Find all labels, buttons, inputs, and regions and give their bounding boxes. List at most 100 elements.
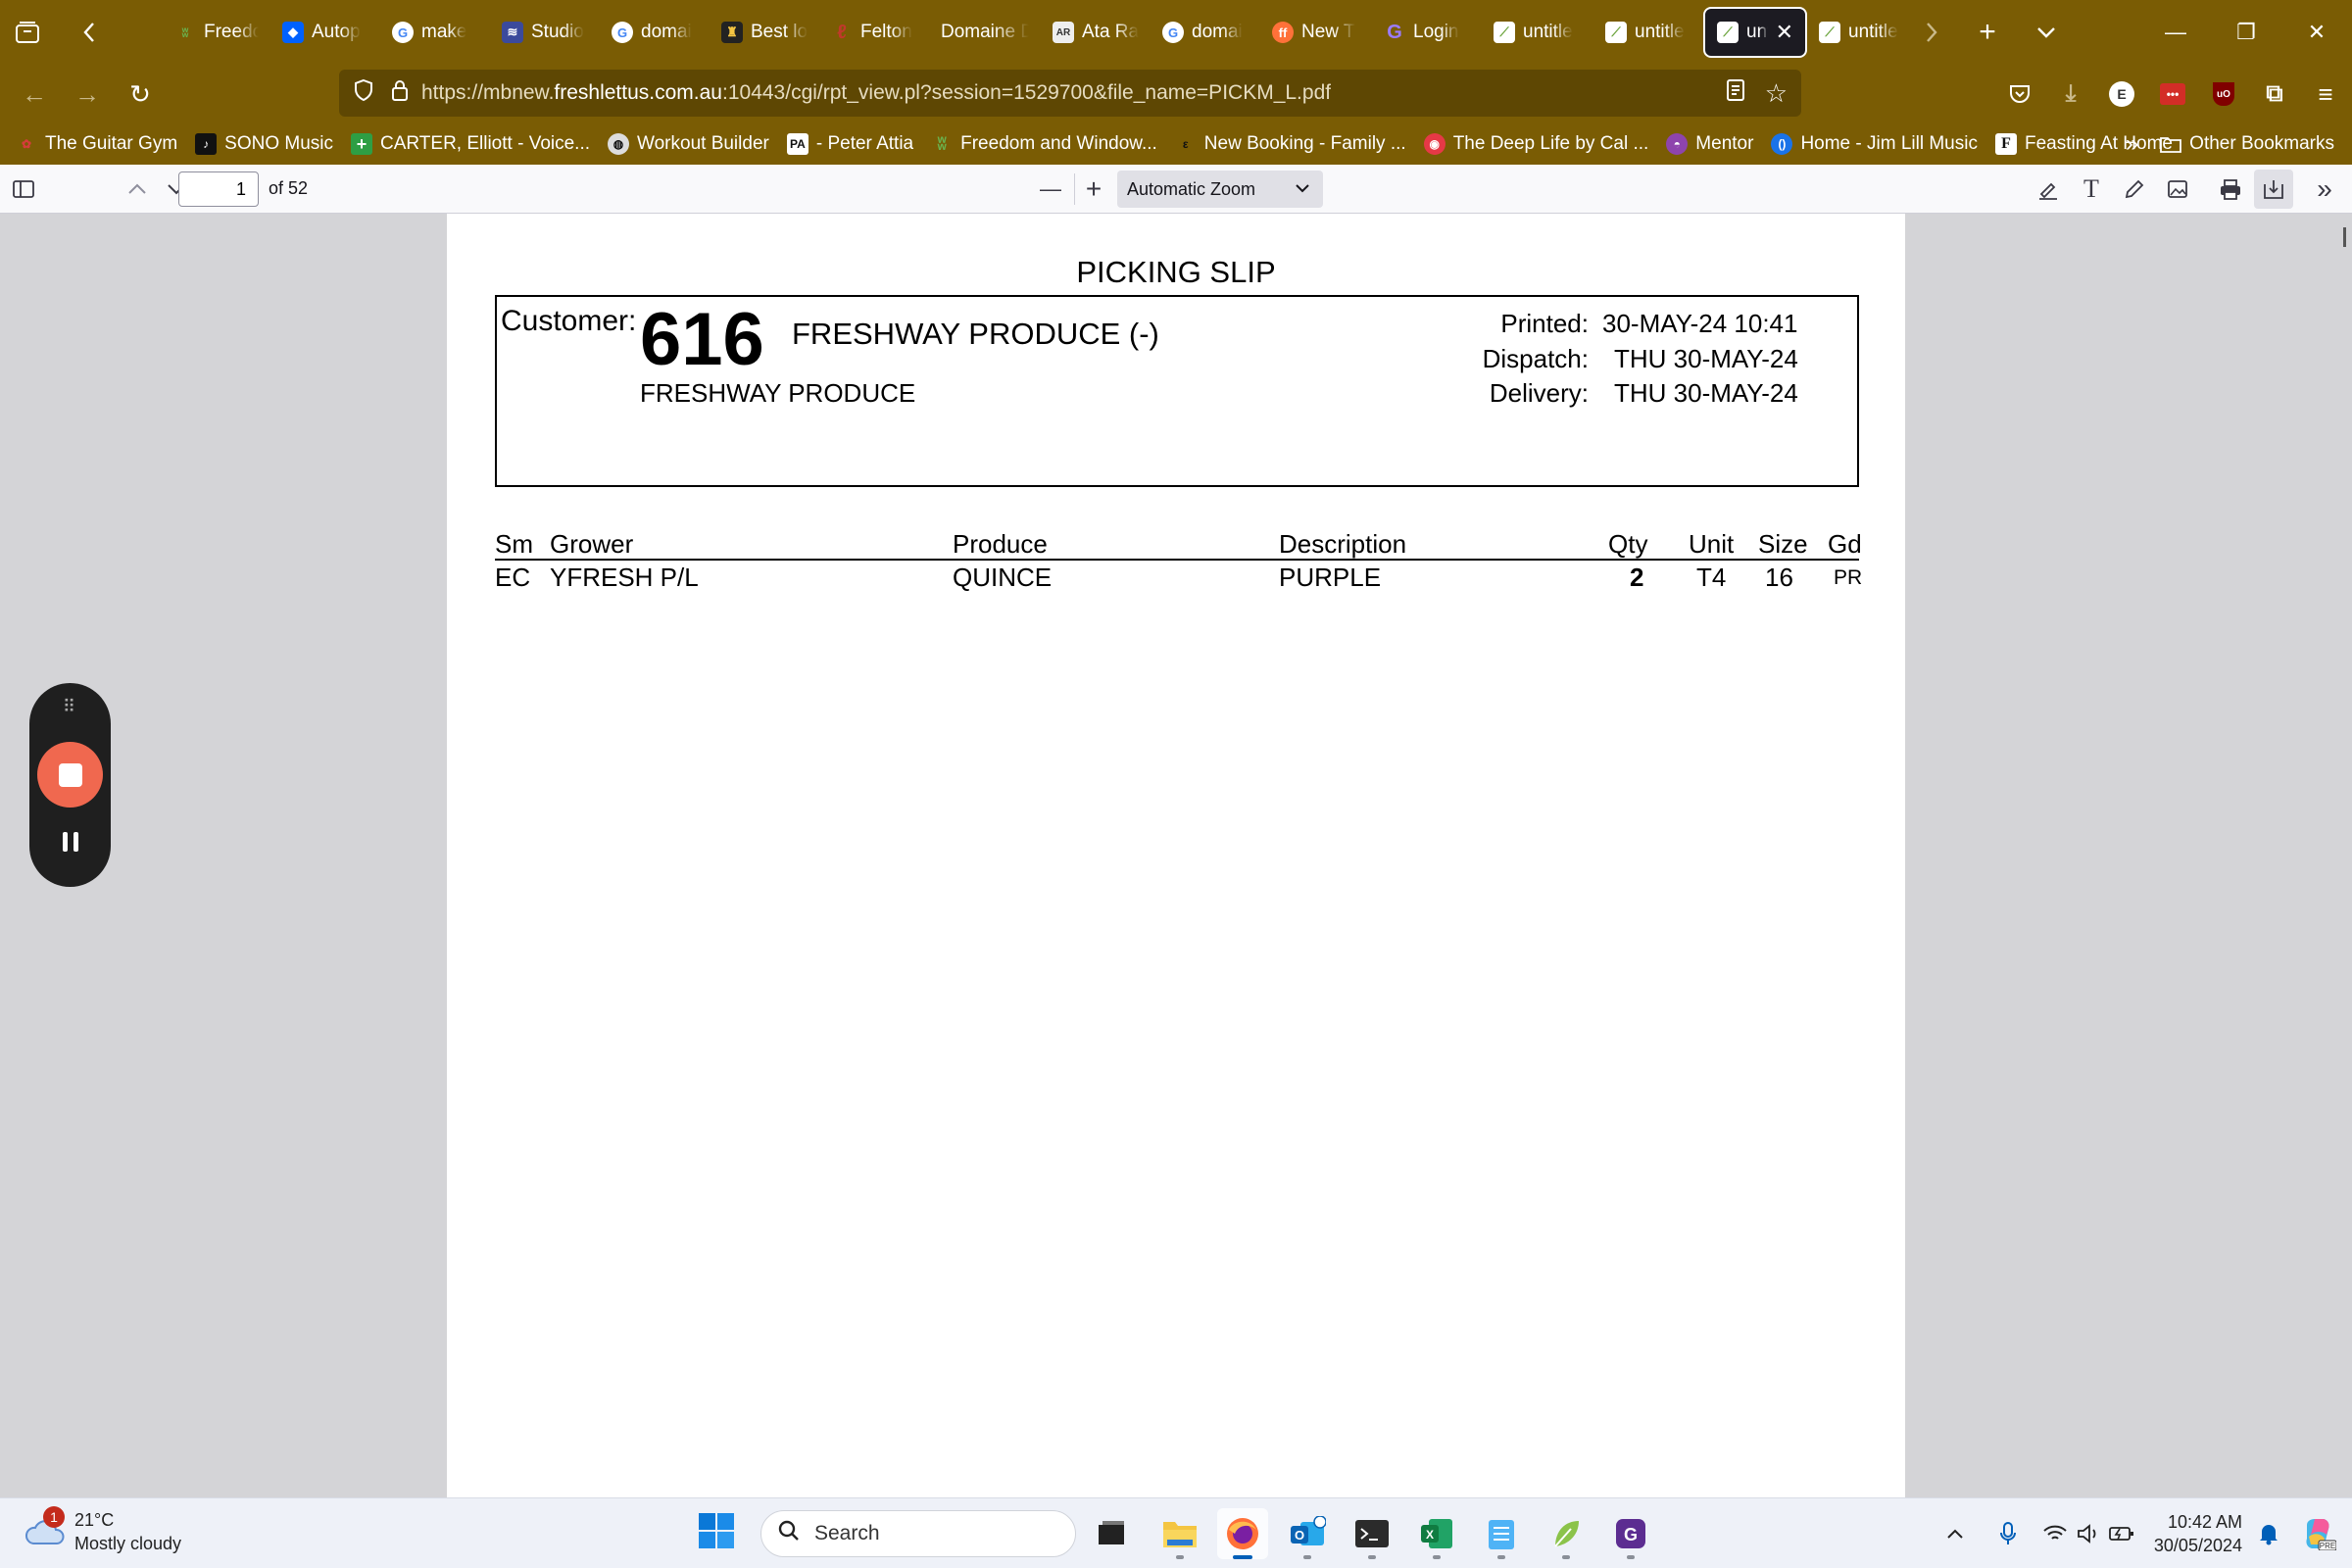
browser-tab[interactable]: Domaine D (929, 8, 1041, 57)
browser-tab[interactable]: ≋ Studio (490, 8, 600, 57)
previous-page-button[interactable] (118, 170, 157, 209)
close-window-button[interactable]: ✕ (2281, 0, 2352, 65)
browser-tab[interactable]: AR Ata Ra (1041, 8, 1151, 57)
search-icon (777, 1519, 801, 1548)
bookmark-item[interactable]: + CARTER, Elliott - Voice... (351, 133, 590, 155)
notification-bell-icon[interactable] (2252, 1517, 2285, 1550)
bookmark-item[interactable]: ʬ Freedom and Window... (931, 133, 1156, 155)
menu-icon[interactable]: ≡ (2309, 77, 2342, 111)
draw-icon[interactable] (2115, 170, 2154, 209)
reader-view-icon[interactable] (1726, 78, 1745, 108)
tab-overview-icon[interactable] (6, 11, 49, 54)
forward-button[interactable]: → (61, 68, 114, 121)
minimize-button[interactable]: — (2140, 0, 2211, 65)
list-all-tabs-button[interactable] (2025, 11, 2068, 54)
outlook-app[interactable]: O (1282, 1508, 1333, 1559)
extension-e-icon[interactable]: E (2105, 77, 2138, 111)
browser-tab[interactable]: G Login (1372, 8, 1482, 57)
bookmark-item[interactable]: ◍ Workout Builder (608, 133, 769, 155)
bookmark-item[interactable]: ◓ Mentor (1666, 133, 1753, 155)
chevron-up-icon[interactable] (1938, 1517, 1972, 1550)
browser-tab[interactable]: Gmake (380, 8, 490, 57)
volume-icon[interactable] (2072, 1517, 2105, 1550)
page-number-input[interactable] (178, 172, 259, 207)
browser-tab[interactable]: ʬ Freedo (163, 8, 270, 57)
close-tab-icon[interactable]: ✕ (1776, 20, 1793, 45)
bookmark-item[interactable]: ♪ SONO Music (195, 133, 333, 155)
browser-tab[interactable]: ◆ Autop (270, 8, 380, 57)
window-controls: — ❐ ✕ (2140, 0, 2352, 65)
browser-tab[interactable]: ⟋ untitle (1482, 8, 1593, 57)
browser-tab-active[interactable]: ⟋unt✕ (1703, 7, 1807, 58)
bookmark-item[interactable]: () Home - Jim Lill Music (1771, 133, 1978, 155)
terminal-app[interactable] (1347, 1508, 1397, 1559)
bookmark-item[interactable]: ε New Booking - Family ... (1175, 133, 1406, 155)
recording-widget: ⠿ (29, 683, 111, 887)
new-tab-button[interactable]: + (1966, 11, 2009, 54)
extensions-puzzle-icon[interactable]: ⧉ (2258, 77, 2291, 111)
shield-icon[interactable] (353, 78, 374, 108)
address-bar[interactable]: https://mbnew.freshlettus.com.au:10443/c… (339, 70, 1801, 117)
tab-list: ʬ Freedo ◆ Autop Gmake ≋ Studio Gdomai ♜ Bes… (163, 7, 1917, 58)
sono-icon: ♪ (195, 133, 218, 155)
save-icon[interactable] (2254, 170, 2293, 209)
copilot-icon[interactable]: PRE (2299, 1517, 2338, 1550)
document-title: PICKING SLIP (1076, 255, 1276, 289)
other-bookmarks-folder[interactable]: Other Bookmarks (2160, 133, 2334, 155)
browser-tab[interactable]: ⟋ untitle (1593, 8, 1703, 57)
sidebar-toggle-icon[interactable] (4, 170, 43, 209)
leaf-app[interactable] (1541, 1508, 1592, 1559)
browser-tab[interactable]: Gdomai (600, 8, 710, 57)
taskbar-search[interactable]: Search (760, 1510, 1076, 1557)
windows-start-button[interactable] (698, 1512, 739, 1553)
items-header: Sm Grower Produce Description Qty Unit S… (495, 529, 1862, 561)
browser-tab[interactable]: Gdomai (1151, 8, 1260, 57)
pdf-viewer[interactable]: PICKING SLIP Customer: 616 FRESHWAY PROD… (0, 214, 2352, 1497)
cell-grower: YFRESH P/L (550, 563, 699, 592)
bookmark-item[interactable]: ◉ The Deep Life by Cal ... (1423, 133, 1648, 155)
scrollbar[interactable] (2343, 227, 2346, 247)
browser-tab[interactable]: ℓ Felton (819, 8, 929, 57)
clock[interactable]: 10:42 AM 30/05/2024 (2154, 1510, 2242, 1557)
zoom-select[interactable]: Automatic Zoom (1117, 171, 1323, 208)
lock-icon[interactable] (390, 78, 410, 108)
file-explorer-app[interactable] (1154, 1508, 1205, 1559)
reload-button[interactable]: ↻ (114, 68, 167, 121)
microphone-icon[interactable] (1991, 1517, 2025, 1550)
print-icon[interactable] (2211, 170, 2250, 209)
pocket-icon[interactable] (2003, 77, 2036, 111)
browser-tab[interactable]: ♜ Best lo (710, 8, 819, 57)
task-view-button[interactable] (1086, 1508, 1137, 1559)
highlight-icon[interactable] (2029, 170, 2068, 209)
bookmark-item[interactable]: ✿ The Guitar Gym (16, 133, 177, 155)
battery-icon[interactable] (2105, 1517, 2138, 1550)
pause-recording-button[interactable] (29, 832, 111, 852)
ublock-icon[interactable]: uO (2207, 77, 2240, 111)
scroll-tabs-right-button[interactable] (1917, 11, 1946, 54)
weather-widget[interactable]: 1 21°C Mostly cloudy (24, 1506, 181, 1555)
zoom-in-button[interactable]: + (1074, 170, 1113, 209)
drag-handle-icon[interactable]: ⠿ (29, 697, 111, 717)
more-tools-icon[interactable]: » (2305, 170, 2344, 209)
grammarly-app[interactable]: G (1605, 1508, 1656, 1559)
bookmark-item[interactable]: PA - Peter Attia (786, 133, 913, 155)
bookmark-star-icon[interactable]: ☆ (1765, 78, 1788, 109)
excel-app[interactable]: X (1411, 1508, 1462, 1559)
more-bookmarks-icon[interactable]: » (2126, 130, 2138, 158)
zoom-out-button[interactable]: — (1031, 170, 1070, 209)
firefox-app[interactable] (1217, 1508, 1268, 1559)
image-icon[interactable] (2158, 170, 2197, 209)
restore-button[interactable]: ❐ (2211, 0, 2281, 65)
lastpass-icon[interactable]: ••• (2156, 77, 2189, 111)
weather-temp: 21°C (74, 1510, 115, 1530)
browser-tab[interactable]: ff New T (1260, 8, 1372, 57)
download-icon[interactable]: ⤓ (2054, 77, 2087, 111)
scroll-tabs-left-button[interactable] (74, 11, 104, 54)
url-text[interactable]: https://mbnew.freshlettus.com.au:10443/c… (421, 81, 1331, 105)
notepad-app[interactable] (1476, 1508, 1527, 1559)
wifi-icon[interactable] (2038, 1517, 2072, 1550)
browser-tab[interactable]: ⟋ untitle (1807, 8, 1917, 57)
stop-recording-button[interactable] (37, 742, 103, 808)
text-tool-icon[interactable]: T (2072, 170, 2111, 209)
back-button[interactable]: ← (8, 68, 61, 121)
